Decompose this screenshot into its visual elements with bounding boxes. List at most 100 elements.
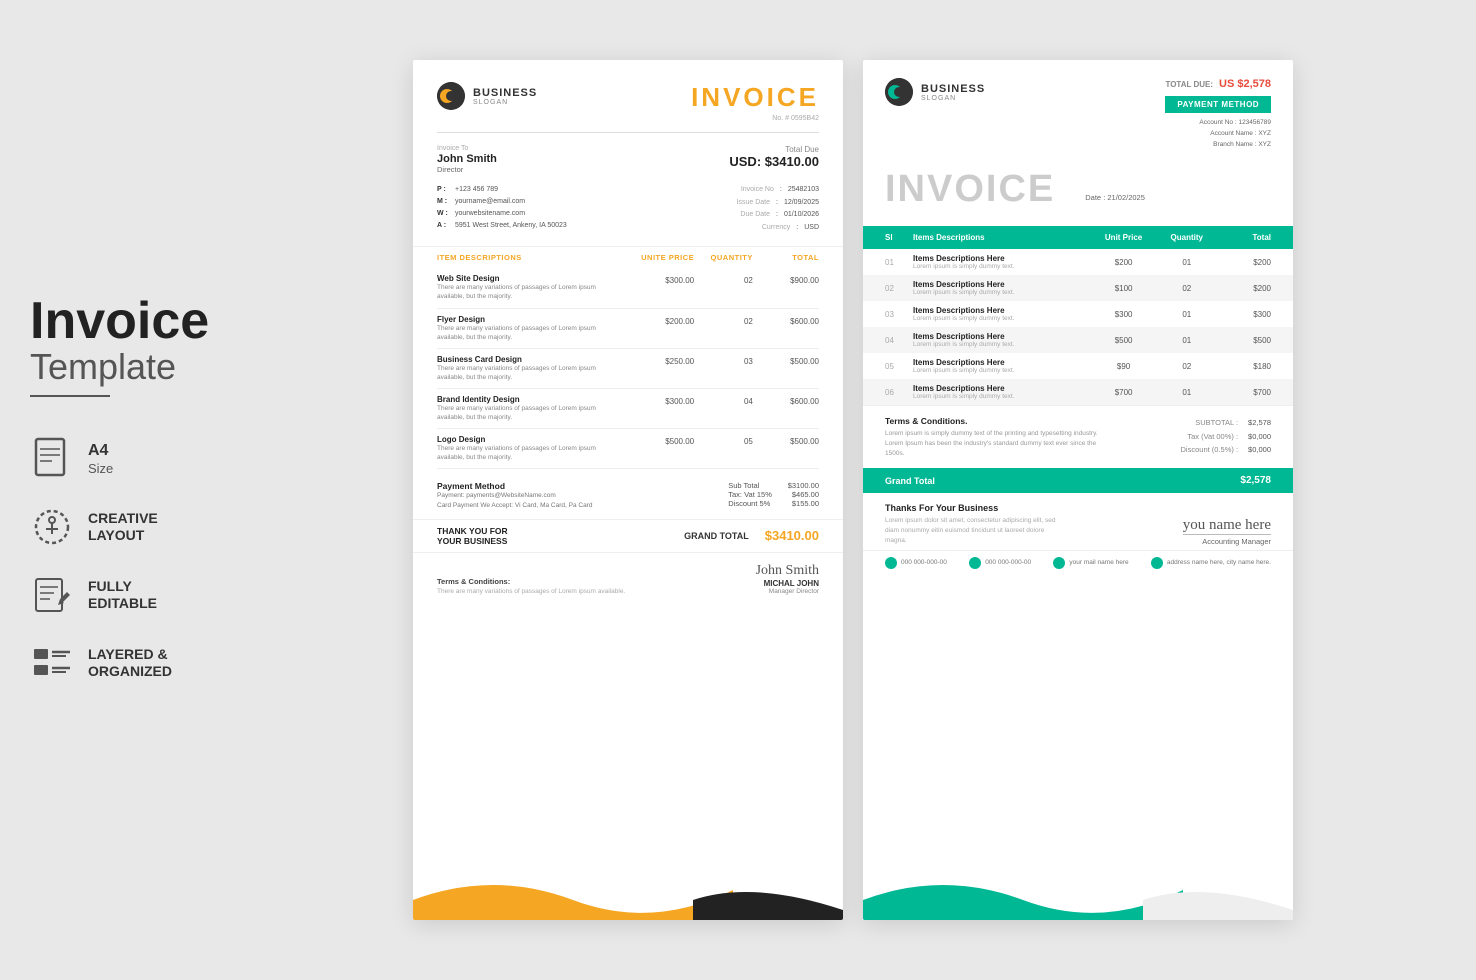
row5-qty: 05	[694, 435, 753, 462]
r3-desc: Items Descriptions Here Lorem ipsum is s…	[913, 306, 1088, 322]
r5-total: $180	[1215, 362, 1271, 371]
inv2-thank-title: Thanks For Your Business	[885, 503, 1065, 513]
invoice-no-sep: :	[780, 184, 782, 197]
inv2-subtotal-value: $2,578	[1248, 416, 1271, 430]
inv2-total-due-amount: US $2,578	[1219, 78, 1271, 90]
a4-text: A4 Size	[88, 441, 113, 476]
a4-label: A4	[88, 441, 113, 460]
r4-desc: Items Descriptions Here Lorem ipsum is s…	[913, 332, 1088, 348]
inv2-phone2-contact: 000 000-000-00	[969, 557, 1031, 569]
row2-price: $200.00	[621, 315, 694, 342]
grand-total-right: GRAND TOTAL $3410.00	[684, 528, 819, 543]
row2-desc: Flyer Design There are many variations o…	[437, 315, 621, 342]
inv2-thank-left: Thanks For Your Business Lorem ipsum dol…	[885, 503, 1065, 545]
sidebar: Invoice Template A4 Size	[0, 255, 230, 725]
inv1-contact-left: P : +123 456 789 M : yourname@email.com …	[437, 184, 567, 234]
editable-label1: FULLY	[88, 578, 157, 595]
creative-icon	[30, 505, 74, 549]
r2-desc: Items Descriptions Here Lorem ipsum is s…	[913, 280, 1088, 296]
inv1-client-right: Total Due USD: $3410.00	[729, 145, 819, 174]
inv2-date-label: Date	[1085, 193, 1101, 202]
email-value: yourname@email.com	[455, 196, 525, 208]
phone2-icon	[969, 557, 981, 569]
inv1-title-block: INVOICE No. # 0595B42	[691, 82, 819, 122]
contact-phone2: 000 000-000-00	[985, 559, 1031, 566]
inv1-client-left: Invoice To John Smith Director	[437, 145, 497, 174]
inv2-branch-name: Branch Name : XYZ	[1165, 139, 1271, 150]
row3-total: $500.00	[753, 355, 819, 382]
r2-price: $100	[1088, 284, 1158, 293]
r3-qty: 01	[1159, 310, 1215, 319]
r4-title: Items Descriptions Here	[913, 332, 1088, 341]
inv2-tax-label: Tax (Vat 00%) :	[1187, 430, 1238, 444]
inv2-summary: Terms & Conditions. Lorem ipsum is simpl…	[863, 405, 1293, 468]
inv1-th-total: TOTAL	[753, 253, 819, 262]
subtotal-label: Sub Total	[728, 481, 759, 490]
r5-price: $90	[1088, 362, 1158, 371]
email-icon	[1053, 557, 1065, 569]
inv2-grand-total-bar: Grand Total $2,578	[863, 468, 1293, 493]
row3-title: Business Card Design	[437, 355, 621, 364]
phone-value: +123 456 789	[455, 184, 498, 196]
r6-desc: Items Descriptions Here Lorem ipsum is s…	[913, 384, 1088, 400]
r4-price: $500	[1088, 336, 1158, 345]
inv2-total-due-line: TOTAL DUE: US $2,578	[1165, 78, 1271, 90]
terms-text: There are many variations of passages of…	[437, 588, 625, 595]
layered-label2: ORGANIZED	[88, 663, 172, 680]
table-row: 06 Items Descriptions Here Lorem ipsum i…	[863, 379, 1293, 405]
r2-title: Items Descriptions Here	[913, 280, 1088, 289]
table-row: 05 Items Descriptions Here Lorem ipsum i…	[885, 353, 1271, 379]
issue-date-row: Issue Date : 12/09/2025	[737, 197, 819, 210]
tax-row: Tax: Vat 15% $465.00	[728, 490, 819, 499]
gt-amount: $3410.00	[765, 528, 819, 543]
editable-text: FULLY EDITABLE	[88, 578, 157, 612]
brand-name-2: BUSINESS	[921, 83, 985, 95]
feature-a4: A4 Size	[30, 437, 200, 481]
brand-slogan-1: SLOGAN	[473, 99, 537, 106]
r6-title: Items Descriptions Here	[913, 384, 1088, 393]
main-container: Invoice Template A4 Size	[0, 0, 1476, 980]
signature-block-1: John Smith MICHAL JOHN Manager Director	[756, 563, 819, 595]
inv2-table-body: 01 Items Descriptions Here Lorem ipsum i…	[863, 249, 1293, 405]
row4-qty: 04	[694, 395, 753, 422]
table-row: Business Card Design There are many vari…	[437, 349, 819, 389]
row3-text: There are many variations of passages of…	[437, 364, 621, 382]
r6-total: $700	[1215, 388, 1271, 397]
inv2-terms-title: Terms & Conditions.	[885, 416, 1117, 426]
signature-role: Manager Director	[756, 588, 819, 595]
r6-price: $700	[1088, 388, 1158, 397]
inv2-tax-value: $0,000	[1248, 430, 1271, 444]
row1-desc: Web Site Design There are many variation…	[437, 274, 621, 301]
signature-name-1: John Smith	[756, 563, 819, 579]
row4-total: $600.00	[753, 395, 819, 422]
inv1-web-row: W : yourwebsitename.com	[437, 208, 567, 220]
row3-qty: 03	[694, 355, 753, 382]
inv1-table-header: ITEM DESCRIPTIONS UNITE PRICE QUANTITY T…	[413, 246, 843, 268]
r1-sl: 01	[885, 258, 913, 267]
r4-qty: 01	[1159, 336, 1215, 345]
client-name: John Smith	[437, 153, 497, 165]
row2-qty: 02	[694, 315, 753, 342]
layered-text: LAYERED & ORGANIZED	[88, 646, 172, 680]
inv2-sig-name: you name here	[1183, 517, 1271, 534]
brand-icon-2	[885, 78, 913, 106]
inv2-sig-title: Accounting Manager	[1183, 534, 1271, 546]
row5-price: $500.00	[621, 435, 694, 462]
r5-sl: 05	[885, 362, 913, 371]
total-due-label: Total Due	[729, 145, 819, 154]
inv2-footer	[863, 870, 1293, 920]
inv2-thank-section: Thanks For Your Business Lorem ipsum dol…	[863, 493, 1293, 549]
inv2-payment-details: Account No : 123456789 Account Name : XY…	[1165, 117, 1271, 150]
r1-qty: 01	[1159, 258, 1215, 267]
inv1-terms-block: Terms & Conditions: There are many varia…	[437, 577, 625, 595]
brand-slogan-2: SLOGAN	[921, 95, 985, 102]
sidebar-invoice-word: Invoice	[30, 295, 200, 347]
r2-total: $200	[1215, 284, 1271, 293]
web-value: yourwebsitename.com	[455, 208, 525, 220]
row1-qty: 02	[694, 274, 753, 301]
currency-label: Currency	[762, 222, 790, 235]
inv2-header: BUSINESS SLOGAN TOTAL DUE: US $2,578 PAY…	[863, 60, 1293, 160]
inv1-invoice-number: No. # 0595B42	[691, 115, 819, 122]
row5-title: Logo Design	[437, 435, 621, 444]
table-row: 03 Items Descriptions Here Lorem ipsum i…	[885, 301, 1271, 327]
